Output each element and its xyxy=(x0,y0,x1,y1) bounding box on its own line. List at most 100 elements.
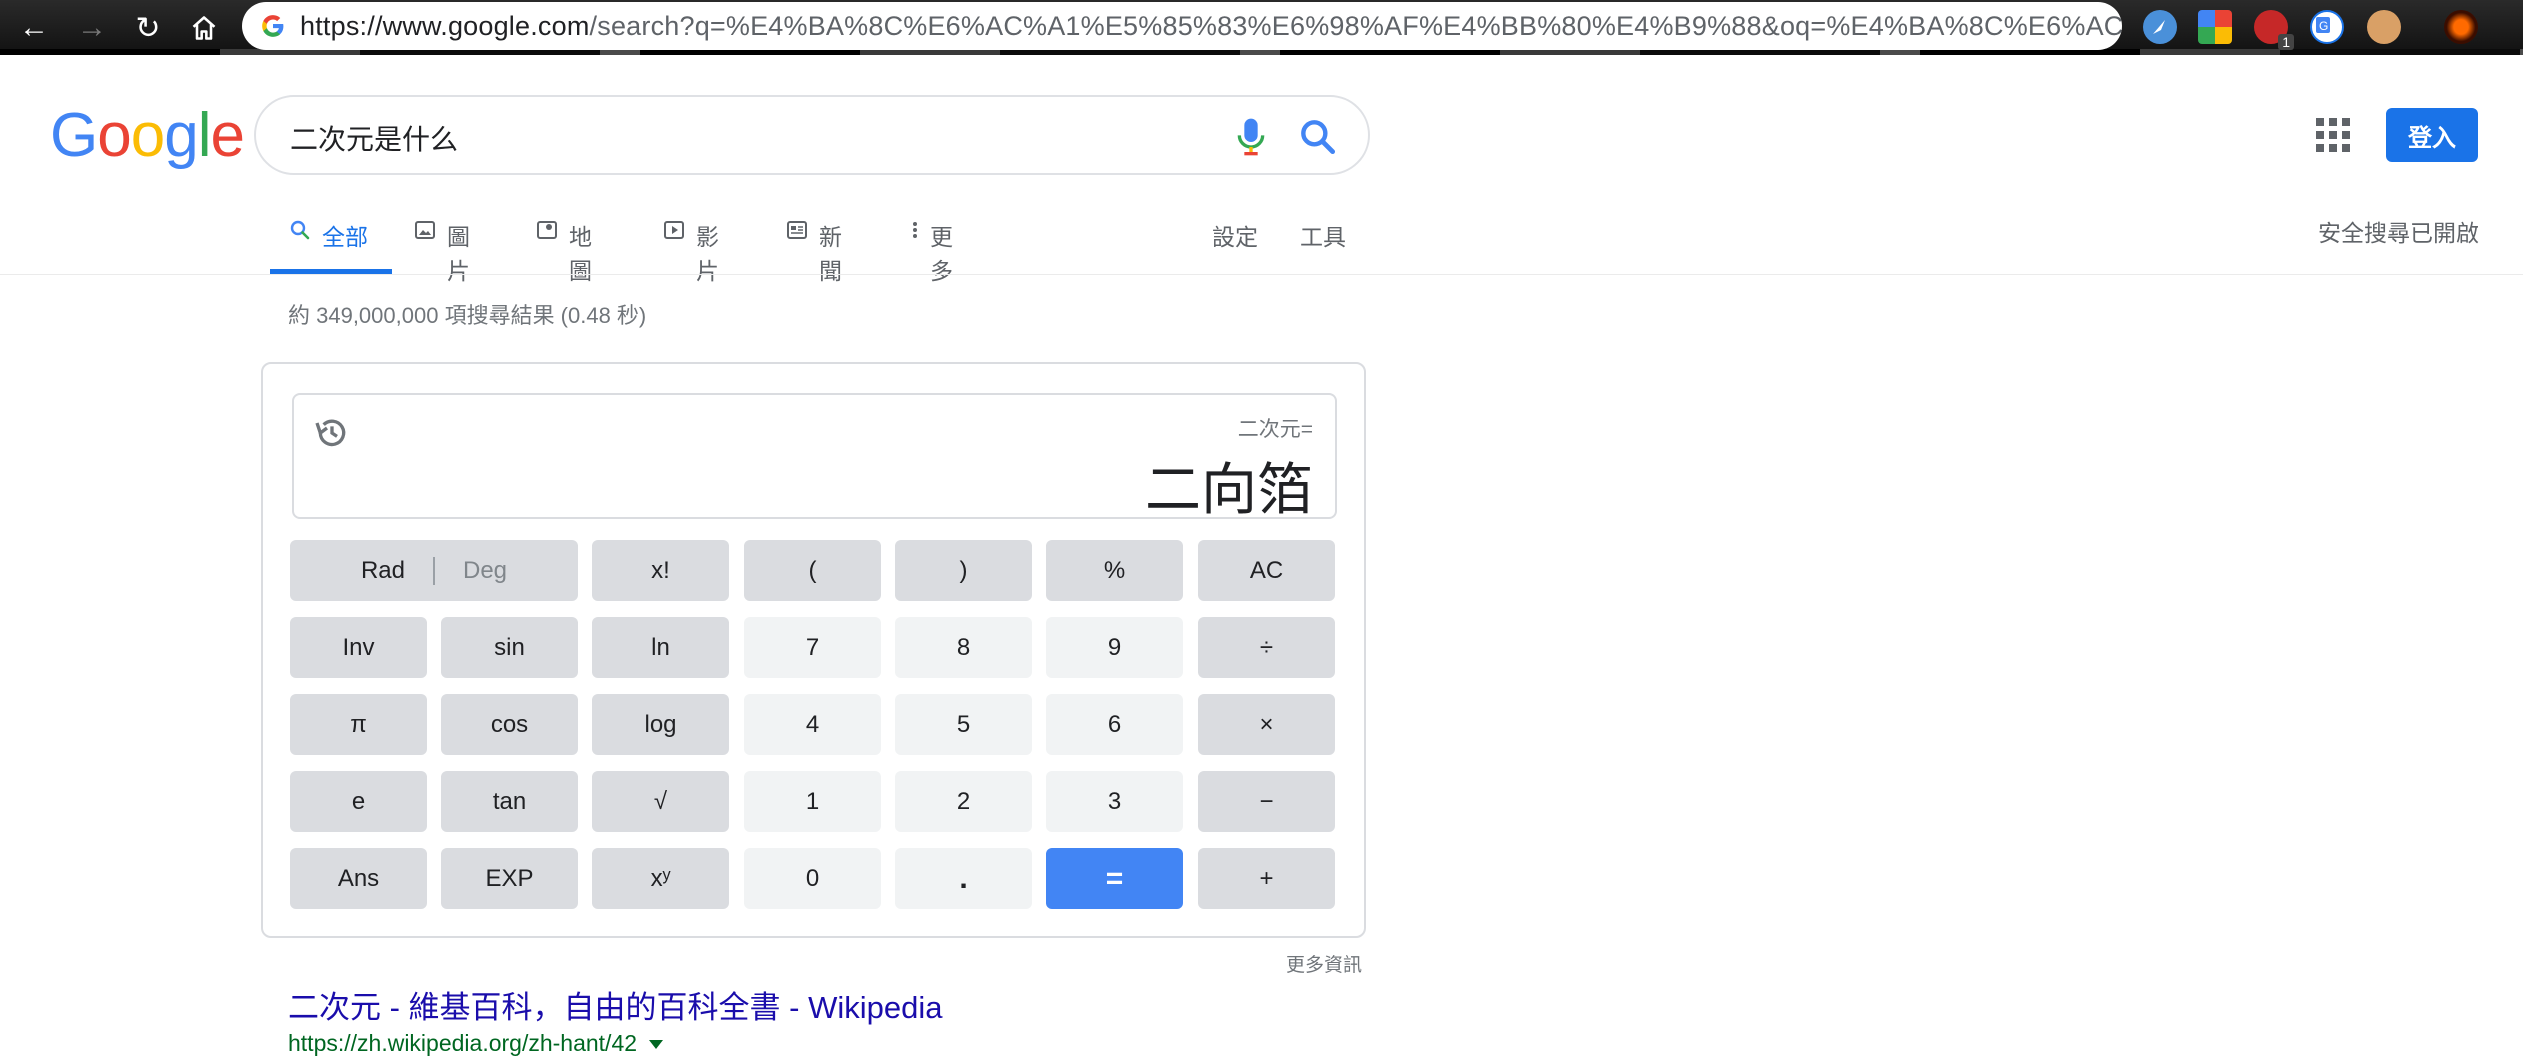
digit-9-key[interactable]: 9 xyxy=(1046,617,1183,678)
power-key[interactable]: xʸ xyxy=(592,848,729,909)
more-icon xyxy=(910,218,920,249)
rad-label[interactable]: Rad xyxy=(361,557,405,585)
digit-7-key[interactable]: 7 xyxy=(744,617,881,678)
deg-label[interactable]: Deg xyxy=(463,557,507,585)
tab-videos[interactable]: 影片 xyxy=(662,210,719,284)
extension-chrome-icon[interactable] xyxy=(2198,10,2232,44)
forward-arrow-icon[interactable]: → xyxy=(72,8,112,48)
safesearch-status[interactable]: 安全搜尋已開啟 xyxy=(2318,214,2479,248)
calculator-expression: 二次元= xyxy=(1237,418,1313,441)
reload-icon[interactable]: ↻ xyxy=(128,8,168,48)
digit-6-key[interactable]: 6 xyxy=(1046,694,1183,755)
sin-key[interactable]: sin xyxy=(441,617,578,678)
all-clear-key[interactable]: AC xyxy=(1198,540,1335,601)
logo-letter: l xyxy=(197,101,212,170)
minus-key[interactable]: − xyxy=(1198,771,1335,832)
calculator-display: 二次元= 二向箔 xyxy=(292,393,1337,521)
multiply-key[interactable]: × xyxy=(1198,694,1335,755)
e-key[interactable]: e xyxy=(290,771,427,832)
tools-link[interactable]: 工具 xyxy=(1300,218,1346,252)
digit-0-key[interactable]: 0 xyxy=(744,848,881,909)
search-box[interactable]: 二次元是什么 xyxy=(254,95,1370,175)
logo-letter: e xyxy=(210,101,244,170)
history-icon[interactable] xyxy=(312,413,352,453)
right-paren-key[interactable]: ) xyxy=(895,540,1032,601)
exp-key[interactable]: EXP xyxy=(441,848,578,909)
search-icon xyxy=(288,218,312,249)
url-path: /search?q=%E4%BA%8C%E6%AC%A1%E5%85%83%E6… xyxy=(589,10,2122,41)
tab-images[interactable]: 圖片 xyxy=(413,210,470,284)
search-input[interactable]: 二次元是什么 xyxy=(290,118,458,158)
tab-more[interactable]: 更多 xyxy=(910,210,953,284)
tab-label: 影片 xyxy=(696,224,719,284)
home-icon[interactable] xyxy=(184,8,224,48)
search-icon[interactable] xyxy=(1296,115,1340,159)
result-url[interactable]: https://zh.wikipedia.org/zh-hant/42 xyxy=(288,1030,664,1057)
divide-key[interactable]: ÷ xyxy=(1198,617,1335,678)
extension-compass-icon[interactable] xyxy=(2143,10,2177,44)
calculator-result: 二向箔 xyxy=(1145,458,1313,521)
svg-text:G: G xyxy=(2319,19,2328,33)
tab-label: 地圖 xyxy=(569,224,592,284)
equals-key[interactable]: = xyxy=(1046,848,1183,909)
pi-key[interactable]: π xyxy=(290,694,427,755)
answer-key[interactable]: Ans xyxy=(290,848,427,909)
video-icon xyxy=(662,218,686,249)
plus-key[interactable]: + xyxy=(1198,848,1335,909)
signin-button[interactable]: 登入 xyxy=(2386,108,2478,162)
tab-label: 更多 xyxy=(930,224,953,284)
tab-label: 圖片 xyxy=(447,224,470,284)
digit-5-key[interactable]: 5 xyxy=(895,694,1032,755)
tab-all[interactable]: 全部 xyxy=(270,210,392,274)
google-logo[interactable]: Google xyxy=(50,100,245,171)
header-divider xyxy=(0,274,2523,275)
ln-key[interactable]: ln xyxy=(592,617,729,678)
inverse-key[interactable]: Inv xyxy=(290,617,427,678)
sqrt-key[interactable]: √ xyxy=(592,771,729,832)
result-stats: 約 349,000,000 項搜尋結果 (0.48 秒) xyxy=(288,303,647,328)
more-info-link[interactable]: 更多資訊 xyxy=(1286,950,1362,977)
dropdown-caret-icon[interactable] xyxy=(649,1040,664,1050)
image-icon xyxy=(413,218,437,249)
logo-letter: o xyxy=(97,101,131,170)
map-icon xyxy=(535,218,559,249)
microphone-icon[interactable] xyxy=(1231,115,1271,159)
news-icon xyxy=(785,218,809,249)
rad-deg-toggle[interactable]: Rad Deg xyxy=(290,540,578,601)
logo-letter: g xyxy=(164,101,198,170)
extension-avatar-icon[interactable] xyxy=(2367,10,2401,44)
log-key[interactable]: log xyxy=(592,694,729,755)
settings-link[interactable]: 設定 xyxy=(1212,218,1258,252)
tab-label: 全部 xyxy=(322,224,368,250)
url-host: https://www.google.com xyxy=(300,10,590,41)
logo-letter: G xyxy=(50,101,98,170)
calculator-widget: 二次元= 二向箔 Rad Deg x! ( ) % AC Inv sin ln … xyxy=(261,362,1366,938)
extension-block-icon[interactable]: 1 xyxy=(2254,10,2294,50)
logo-letter: o xyxy=(130,101,165,170)
digit-1-key[interactable]: 1 xyxy=(744,771,881,832)
extension-badge: 1 xyxy=(2278,34,2294,50)
digit-4-key[interactable]: 4 xyxy=(744,694,881,755)
tab-maps[interactable]: 地圖 xyxy=(535,210,592,284)
extension-translate-icon[interactable]: G xyxy=(2310,10,2344,44)
profile-avatar-icon[interactable] xyxy=(2444,10,2478,44)
back-arrow-icon[interactable]: ← xyxy=(14,8,54,48)
result-url-text[interactable]: https://zh.wikipedia.org/zh-hant/42 xyxy=(288,1030,637,1056)
tab-news[interactable]: 新聞 xyxy=(785,210,842,284)
result-title-link[interactable]: 二次元 - 維基百科，自由的百科全書 - Wikipedia xyxy=(288,982,942,1027)
url-text: https://www.google.com/search?q=%E4%BA%8… xyxy=(300,11,2122,42)
tan-key[interactable]: tan xyxy=(441,771,578,832)
digit-3-key[interactable]: 3 xyxy=(1046,771,1183,832)
address-bar[interactable]: https://www.google.com/search?q=%E4%BA%8… xyxy=(242,2,2122,50)
digit-2-key[interactable]: 2 xyxy=(895,771,1032,832)
browser-toolbar: ← → ↻ https://www.google.com/search?q=%E… xyxy=(0,0,2523,55)
percent-key[interactable]: % xyxy=(1046,540,1183,601)
tab-label: 新聞 xyxy=(819,224,842,284)
decimal-key[interactable]: . xyxy=(895,848,1032,909)
digit-8-key[interactable]: 8 xyxy=(895,617,1032,678)
google-favicon-icon xyxy=(260,12,286,40)
factorial-key[interactable]: x! xyxy=(592,540,729,601)
cos-key[interactable]: cos xyxy=(441,694,578,755)
left-paren-key[interactable]: ( xyxy=(744,540,881,601)
apps-grid-icon[interactable] xyxy=(2316,118,2350,152)
